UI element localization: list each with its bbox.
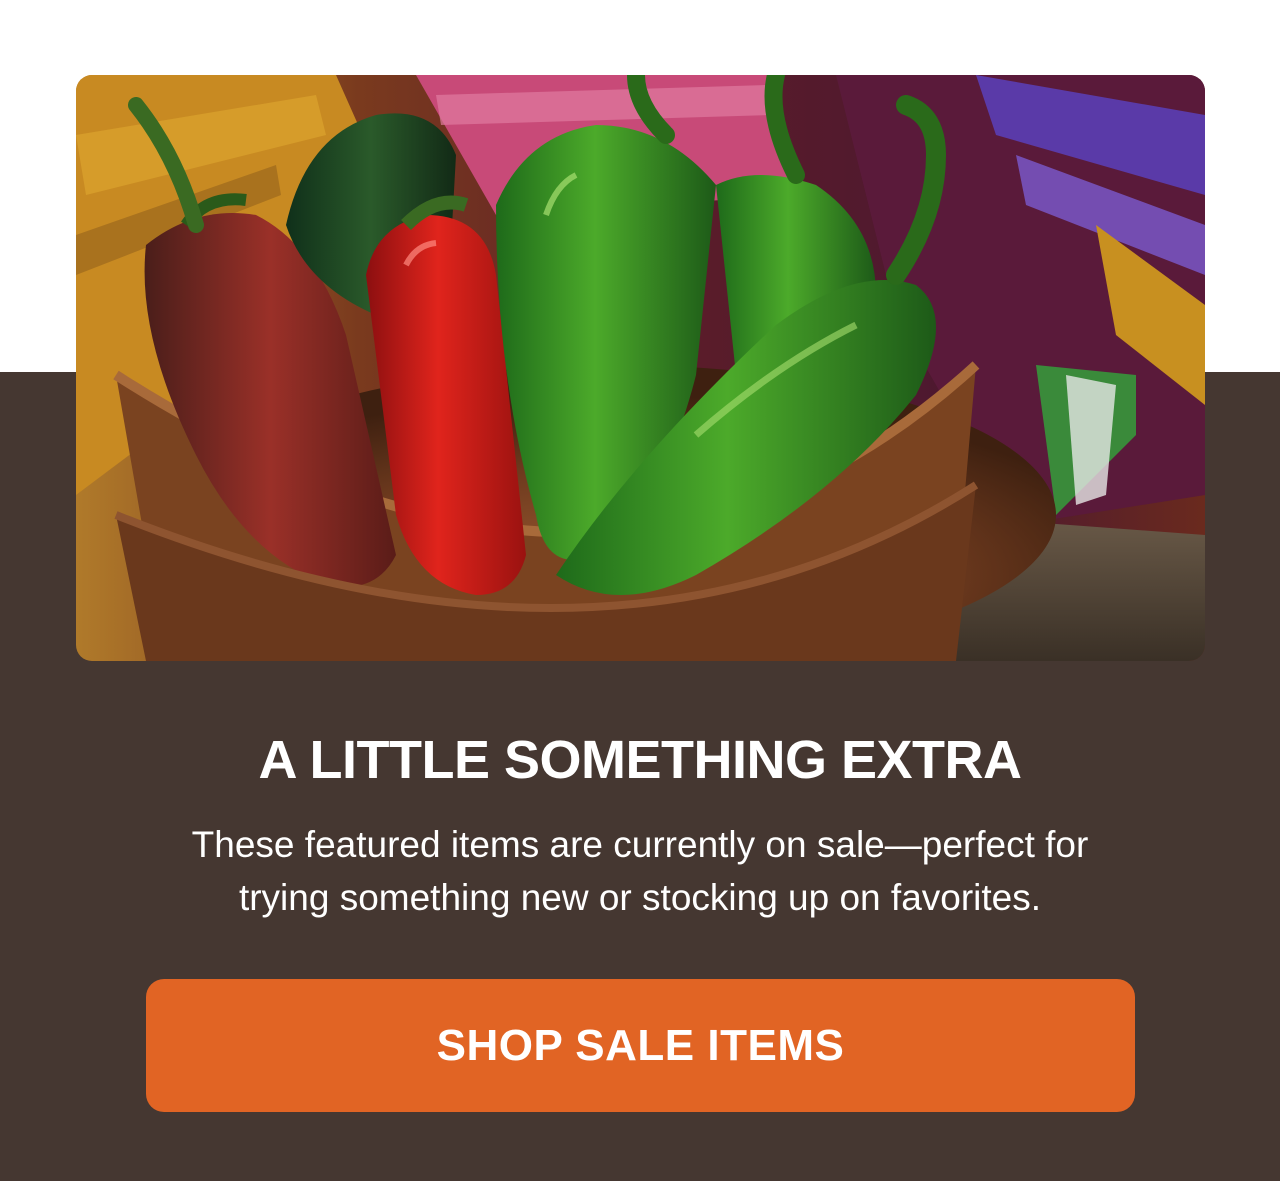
jalapeno-bowl-illustration bbox=[76, 75, 1205, 661]
page-title: A LITTLE SOMETHING EXTRA bbox=[258, 730, 1022, 790]
description: These featured items are currently on sa… bbox=[100, 818, 1180, 924]
hero-image[interactable] bbox=[76, 75, 1205, 661]
description-line-2: trying something new or stocking up on f… bbox=[238, 877, 1042, 918]
shop-sale-items-button[interactable]: SHOP SALE ITEMS bbox=[146, 979, 1135, 1112]
promo-section: A LITTLE SOMETHING EXTRA These featured … bbox=[0, 0, 1280, 1181]
description-line-1: These featured items are currently on sa… bbox=[191, 824, 1089, 865]
